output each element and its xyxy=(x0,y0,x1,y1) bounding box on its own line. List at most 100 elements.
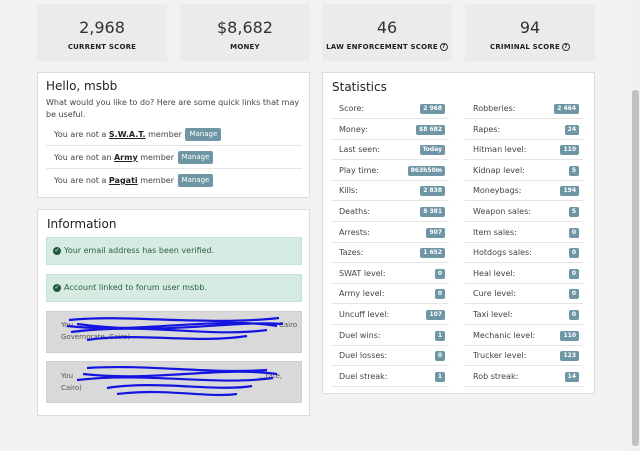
stat-row-arrests: Arrests: 907 xyxy=(331,223,449,243)
law-enforcement-score-label-wrap: LAW ENFORCEMENT SCORE? xyxy=(322,43,452,51)
stat-row-play-time: Play time: 863h50m xyxy=(331,161,449,181)
alert-text: Account linked to forum user msbb. xyxy=(64,283,207,292)
scrollbar-track[interactable] xyxy=(631,0,640,451)
stat-row-mechanic-level: Mechanic level: 110 xyxy=(465,326,583,346)
information-title: Information xyxy=(47,217,117,231)
stat-value-badge: 1 xyxy=(434,371,445,382)
current-score-value: 2,968 xyxy=(79,18,125,37)
criminal-score-label: CRIMINAL SCORE xyxy=(490,43,560,51)
stat-label: Kills: xyxy=(339,186,358,196)
current-score-label: CURRENT SCORE xyxy=(67,43,137,51)
stat-row-last-seen: Last seen: Today xyxy=(331,140,449,161)
stat-value-badge: 1 652 xyxy=(420,248,445,259)
stat-label: Taxi level: xyxy=(473,310,513,319)
stat-value-badge: 194 xyxy=(560,186,579,197)
stat-value-badge: 0 xyxy=(568,310,579,320)
information-panel: Information ✓ Your email address has been… xyxy=(37,209,310,416)
stat-label: Cure level: xyxy=(473,289,516,299)
army-membership-row: You are not an Army member Manage xyxy=(46,147,302,169)
stat-label: Tazes: xyxy=(339,248,364,258)
stat-value-badge: 24 xyxy=(564,124,579,135)
stat-row-robberies: Robberies: 2 464 xyxy=(465,99,583,119)
stat-value-badge: 907 xyxy=(426,227,445,238)
stat-label: Hotdogs sales: xyxy=(473,248,532,258)
stat-label: Last seen: xyxy=(339,145,380,155)
stat-row-uncuff-level: Uncuff level: 107 xyxy=(331,305,449,325)
stat-value-badge: 2 838 xyxy=(420,186,445,197)
money-label: MONEY xyxy=(230,43,260,51)
swat-link[interactable]: S.W.A.T. xyxy=(109,130,146,139)
stat-value-badge: 0 xyxy=(568,289,579,300)
stat-value-badge: 110 xyxy=(560,145,579,156)
stat-label: Moneybags: xyxy=(473,186,522,196)
stat-row-weapon-sales: Weapon sales: 5 xyxy=(465,202,583,222)
check-circle-icon: ✓ xyxy=(53,246,61,255)
stat-label: Mechanic level: xyxy=(473,330,536,340)
pagati-link[interactable]: Pagati xyxy=(109,176,138,185)
check-circle-icon: ✓ xyxy=(53,283,61,292)
stat-label: Arrests: xyxy=(339,227,370,237)
stat-row-money: Money: $8 682 xyxy=(331,120,449,140)
law-enforcement-score-label: LAW ENFORCEMENT SCORE xyxy=(326,43,438,51)
stat-row-hitman-level: Hitman level: 110 xyxy=(465,140,583,161)
membership-suffix: member xyxy=(137,176,174,185)
stat-label: Robberies: xyxy=(473,104,516,113)
redacted-location-notice: You Cairo Governorate, Cairo) xyxy=(46,311,302,353)
stat-row-score: Score: 2 968 xyxy=(331,99,449,119)
stat-label: Uncuff level: xyxy=(339,310,390,319)
stat-label: Deaths: xyxy=(339,207,371,216)
stat-label: Item sales: xyxy=(473,227,517,237)
alert-text: Your email address has been verified. xyxy=(64,246,215,255)
membership-prefix: You are not a xyxy=(54,176,109,185)
stat-row-army-level: Army level: 0 xyxy=(331,284,449,305)
stat-label: Hitman level: xyxy=(473,145,527,155)
stat-card-current-score: 2,968 CURRENT SCORE xyxy=(37,4,167,61)
membership-prefix: You are not a xyxy=(54,130,109,139)
membership-suffix: member xyxy=(137,153,175,162)
stat-value-badge: 107 xyxy=(426,310,445,320)
stat-row-swat-level: SWAT level: 0 xyxy=(331,264,449,284)
forum-linked-alert: ✓ Account linked to forum user msbb. xyxy=(46,274,302,302)
statistics-title: Statistics xyxy=(332,80,387,94)
stat-row-rob-streak: Rob streak: 14 xyxy=(465,367,583,387)
stat-row-duel-streak: Duel streak: 1 xyxy=(331,367,449,387)
stat-value-badge: 2 968 xyxy=(420,104,445,114)
stat-label: SWAT level: xyxy=(339,268,386,278)
army-link[interactable]: Army xyxy=(114,153,138,162)
stat-row-heal-level: Heal level: 0 xyxy=(465,264,583,284)
stat-row-duel-losses: Duel losses: 0 xyxy=(331,346,449,367)
membership-suffix: member xyxy=(145,130,182,139)
stat-label: Army level: xyxy=(339,289,385,299)
info-icon[interactable]: ? xyxy=(439,43,448,51)
stat-card-law-enforcement-score: 46 LAW ENFORCEMENT SCORE? xyxy=(322,4,452,61)
info-icon[interactable]: ? xyxy=(561,43,570,51)
stat-label: Kidnap level: xyxy=(473,165,525,175)
stat-value-badge: 1 xyxy=(434,330,445,341)
statistics-panel: Statistics Score: 2 968 Money: $8 682 Last s… xyxy=(322,72,595,394)
membership-prefix: You are not an xyxy=(54,153,114,162)
stat-value-badge: 0 xyxy=(434,289,445,300)
stat-value-badge: $8 682 xyxy=(416,124,445,135)
hello-subtitle: What would you like to do? Here are some… xyxy=(46,98,300,119)
law-enforcement-score-value: 46 xyxy=(376,18,398,37)
stat-label: Duel wins: xyxy=(339,330,381,340)
stat-label: Score: xyxy=(339,104,365,113)
stat-value-badge: 0 xyxy=(568,248,579,259)
manage-army-button[interactable]: Manage xyxy=(177,151,214,164)
manage-pagati-button[interactable]: Manage xyxy=(177,174,214,187)
stat-row-trucker-level: Trucker level: 123 xyxy=(465,346,583,367)
stat-value-badge: 8 381 xyxy=(420,207,445,217)
scrollbar-thumb[interactable] xyxy=(632,90,639,446)
stat-row-rapes: Rapes: 24 xyxy=(465,120,583,140)
stat-row-kidnap-level: Kidnap level: 5 xyxy=(465,161,583,181)
hello-panel: Hello, msbb What would you like to do? H… xyxy=(37,72,310,198)
redaction-scribble xyxy=(76,365,278,397)
stat-label: Rob streak: xyxy=(473,371,519,381)
manage-swat-button[interactable]: Manage xyxy=(185,128,222,141)
stat-value-badge: 0 xyxy=(434,351,445,362)
hello-title: Hello, msbb xyxy=(46,79,118,93)
criminal-score-label-wrap: CRIMINAL SCORE? xyxy=(465,43,595,51)
stat-value-badge: 0 xyxy=(568,227,579,238)
stat-value-badge: 2 464 xyxy=(554,104,579,114)
stat-row-deaths: Deaths: 8 381 xyxy=(331,202,449,222)
